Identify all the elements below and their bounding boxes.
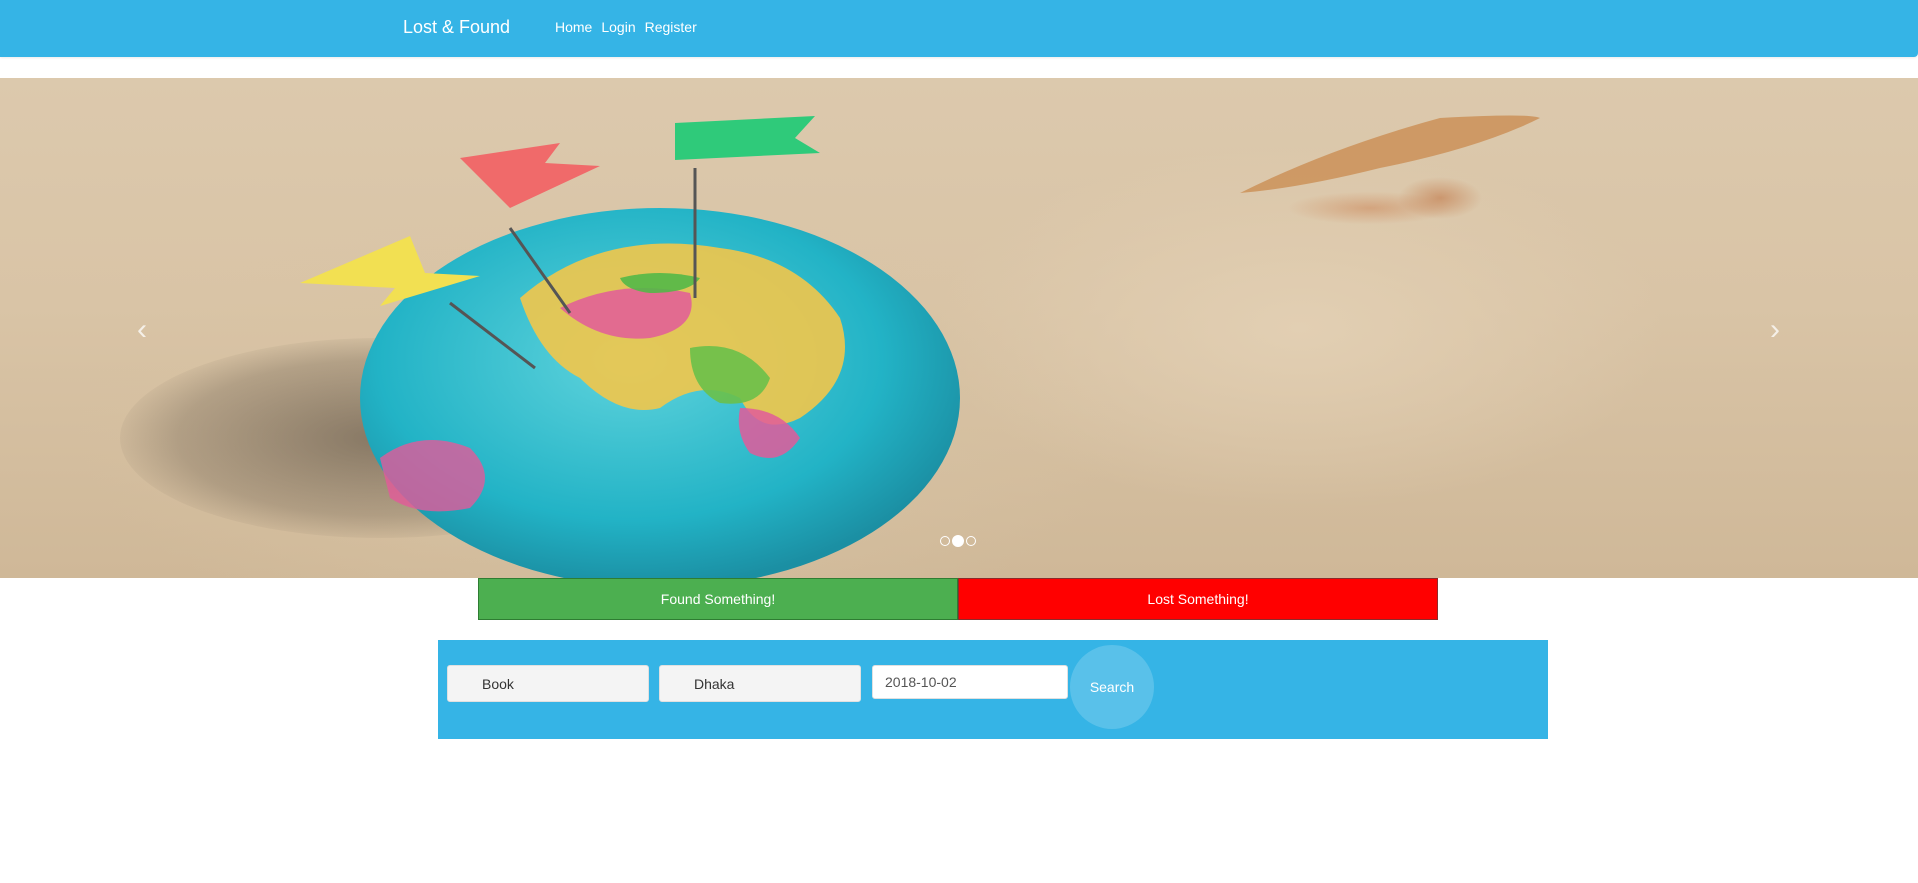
report-actions: Found Something! Lost Something! — [478, 578, 1438, 620]
carousel-indicators — [940, 535, 976, 547]
item-search-input[interactable] — [447, 665, 649, 702]
search-panel: Search — [438, 640, 1548, 739]
nav-link-home[interactable]: Home — [555, 19, 592, 35]
navbar: Lost & Found Home Login Register — [0, 0, 1918, 57]
carousel-prev-button[interactable]: ‹ — [122, 310, 162, 350]
nav-link-register[interactable]: Register — [645, 19, 697, 35]
brand-link[interactable]: Lost & Found — [403, 17, 510, 38]
search-button[interactable]: Search — [1070, 645, 1154, 729]
place-search-input[interactable] — [659, 665, 861, 702]
carousel-indicator-1[interactable] — [940, 536, 950, 546]
date-search-input[interactable] — [872, 665, 1068, 699]
nav-links: Home Login Register — [555, 19, 697, 35]
carousel-indicator-2[interactable] — [952, 535, 964, 547]
hero-carousel: ‹ › — [0, 78, 1918, 578]
globe-with-flags-image — [300, 115, 1540, 578]
nav-link-login[interactable]: Login — [601, 19, 635, 35]
carousel-next-button[interactable]: › — [1755, 310, 1795, 350]
found-something-button[interactable]: Found Something! — [478, 578, 958, 620]
carousel-indicator-3[interactable] — [966, 536, 976, 546]
lost-something-button[interactable]: Lost Something! — [958, 578, 1438, 620]
